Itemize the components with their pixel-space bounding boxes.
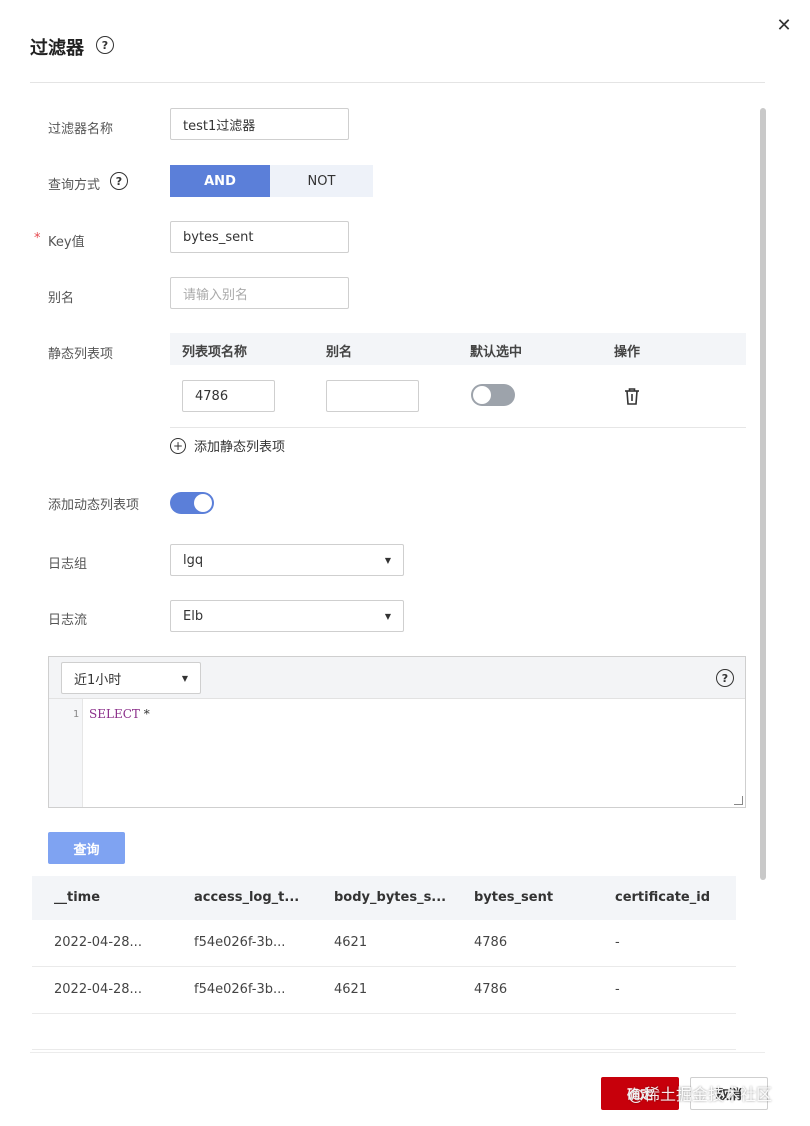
table-cell: 4621 bbox=[334, 982, 368, 997]
column-header[interactable]: bytes_sent bbox=[474, 890, 604, 905]
query-mode-label: 查询方式 bbox=[48, 178, 101, 193]
vertical-scrollbar[interactable] bbox=[760, 108, 766, 880]
table-cell: f54e026f-3b... bbox=[194, 935, 286, 950]
toggle-knob bbox=[473, 386, 491, 404]
row-divider bbox=[170, 427, 746, 428]
column-header[interactable]: __time bbox=[54, 890, 184, 905]
close-icon[interactable]: ✕ bbox=[774, 16, 794, 36]
static-item-alias-input[interactable] bbox=[326, 380, 419, 412]
editor-toolbar: 近1小时 ▼ ? bbox=[49, 657, 745, 699]
query-mode-and-button[interactable]: AND bbox=[170, 165, 270, 197]
dialog-title: 过滤器 bbox=[30, 38, 84, 59]
filter-name-label: 过滤器名称 bbox=[48, 122, 114, 137]
dynamic-list-label: 添加动态列表项 bbox=[48, 498, 140, 513]
column-header[interactable]: certificate_id bbox=[615, 890, 735, 905]
title-divider bbox=[30, 82, 765, 83]
plus-circle-icon: + bbox=[170, 437, 186, 454]
add-static-item-label: 添加静态列表项 bbox=[194, 440, 286, 455]
table-row-partial[interactable] bbox=[32, 1014, 736, 1050]
alias-label: 别名 bbox=[48, 291, 75, 306]
log-stream-label: 日志流 bbox=[48, 613, 88, 628]
column-header[interactable]: body_bytes_s... bbox=[334, 890, 464, 905]
sql-editor: 近1小时 ▼ ? 1 SELECT * bbox=[48, 656, 746, 808]
table-cell: f54e026f-3b... bbox=[194, 982, 286, 997]
watermark: @稀土掘金技术社区 bbox=[628, 1085, 773, 1104]
add-static-item-button[interactable]: + 添加静态列表项 bbox=[170, 436, 285, 455]
footer-divider bbox=[30, 1052, 765, 1053]
table-cell: 2022-04-28... bbox=[54, 982, 142, 997]
caret-down-icon: ▼ bbox=[384, 555, 391, 565]
caret-down-icon: ▼ bbox=[384, 611, 391, 621]
static-list-table: 列表项名称 别名 默认选中 操作 4786 bbox=[170, 333, 746, 428]
question-circle-icon[interactable]: ? bbox=[716, 669, 734, 687]
log-group-select[interactable]: lgq ▼ bbox=[170, 544, 404, 576]
key-input[interactable]: bytes_sent bbox=[170, 221, 349, 253]
static-list-header: 列表项名称 别名 默认选中 操作 bbox=[170, 333, 746, 365]
table-cell: 4786 bbox=[474, 935, 508, 950]
table-cell: 4621 bbox=[334, 935, 368, 950]
column-header: 列表项名称 bbox=[182, 345, 248, 360]
default-selected-toggle[interactable] bbox=[471, 384, 515, 406]
query-button[interactable]: 查询 bbox=[48, 832, 125, 864]
log-stream-value: Elb bbox=[183, 608, 204, 624]
results-header: __time access_log_t... body_bytes_s... b… bbox=[32, 876, 736, 920]
column-header: 别名 bbox=[326, 345, 353, 360]
filter-name-input[interactable]: test1过滤器 bbox=[170, 108, 349, 140]
resize-handle[interactable] bbox=[734, 796, 743, 805]
table-cell: 4786 bbox=[474, 982, 508, 997]
question-circle-icon[interactable]: ? bbox=[96, 36, 114, 54]
trash-icon[interactable] bbox=[624, 387, 640, 409]
sql-keyword: SELECT bbox=[89, 707, 140, 721]
filter-dialog: 过滤器 ? ✕ 过滤器名称 test1过滤器 查询方式 ? AND NOT * … bbox=[0, 0, 810, 1126]
key-label: Key值 bbox=[48, 235, 85, 250]
table-cell: 2022-04-28... bbox=[54, 935, 142, 950]
table-row[interactable]: 2022-04-28... f54e026f-3b... 4621 4786 - bbox=[32, 920, 736, 967]
column-header[interactable]: access_log_t... bbox=[194, 890, 324, 905]
static-item-name-input[interactable]: 4786 bbox=[182, 380, 275, 412]
log-stream-select[interactable]: Elb ▼ bbox=[170, 600, 404, 632]
time-range-value: 近1小时 bbox=[74, 672, 122, 688]
query-mode-not-button[interactable]: NOT bbox=[270, 165, 373, 197]
caret-down-icon: ▼ bbox=[181, 673, 188, 683]
dynamic-list-toggle[interactable] bbox=[170, 492, 214, 514]
toggle-knob bbox=[194, 494, 212, 512]
time-range-select[interactable]: 近1小时 ▼ bbox=[61, 662, 201, 694]
alias-input[interactable]: 请输入别名 bbox=[170, 277, 349, 309]
table-cell: - bbox=[615, 935, 620, 950]
required-mark: * bbox=[34, 231, 41, 246]
table-row[interactable]: 2022-04-28... f54e026f-3b... 4621 4786 - bbox=[32, 967, 736, 1014]
sql-code[interactable]: SELECT * bbox=[89, 707, 150, 721]
column-header: 默认选中 bbox=[470, 345, 523, 360]
column-header: 操作 bbox=[614, 345, 641, 360]
log-group-label: 日志组 bbox=[48, 557, 88, 572]
results-table: __time access_log_t... body_bytes_s... b… bbox=[32, 876, 736, 1050]
line-number: 1 bbox=[73, 709, 80, 720]
log-group-value: lgq bbox=[183, 552, 204, 568]
table-cell: - bbox=[615, 982, 620, 997]
sql-rest: * bbox=[139, 707, 150, 721]
static-list-label: 静态列表项 bbox=[48, 347, 114, 362]
question-circle-icon[interactable]: ? bbox=[110, 172, 128, 190]
query-mode-toggle: AND NOT bbox=[170, 165, 373, 197]
